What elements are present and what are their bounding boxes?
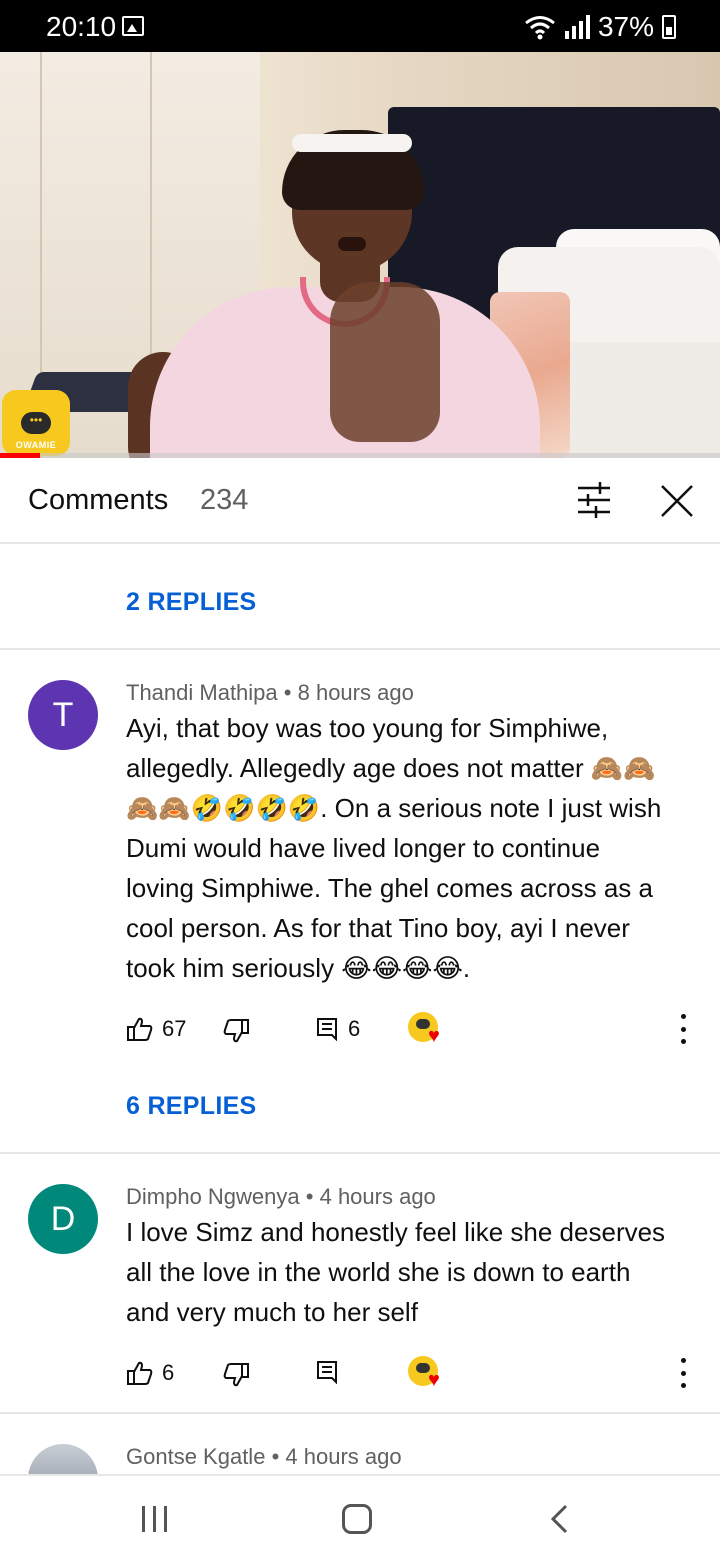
comment-list[interactable]: 2 REPLIES T Thandi Mathipa • 8 hours ago…	[0, 546, 720, 1474]
comment-actions: 6 ♥	[126, 1356, 696, 1396]
status-icons: 37%	[523, 11, 676, 43]
replies-link[interactable]: 2 REPLIES	[126, 588, 257, 617]
home-icon[interactable]	[342, 1504, 372, 1534]
comment-line: all the love in the world she is down to…	[126, 1257, 631, 1287]
divider	[0, 648, 720, 650]
like-count: 67	[162, 1016, 187, 1041]
sort-filter-icon[interactable]	[574, 482, 614, 518]
comment-line: loving Simphiwe. The ghel comes across a…	[126, 873, 653, 903]
comment-line: I love Simz and honestly feel like she d…	[126, 1217, 666, 1247]
comment-author[interactable]: Dimpho Ngwenya	[126, 1184, 300, 1209]
heart-icon: ♥	[428, 1025, 440, 1047]
heart-icon: ♥	[428, 1369, 440, 1391]
comment-author[interactable]: Gontse Kgatle	[126, 1444, 265, 1469]
status-time: 20:10	[46, 11, 117, 42]
comments-header: Comments 234	[0, 458, 720, 544]
meta-separator: •	[305, 1184, 320, 1209]
close-icon[interactable]	[656, 480, 698, 522]
divider	[0, 1412, 720, 1414]
like-count: 6	[162, 1360, 175, 1385]
comment-line: Dumi would have lived longer to continue	[126, 833, 601, 863]
comment-author[interactable]: Thandi Mathipa	[126, 680, 278, 705]
comment-meta: Thandi Mathipa • 8 hours ago	[126, 680, 414, 706]
recents-icon[interactable]	[142, 1506, 167, 1532]
reply-icon	[317, 1361, 337, 1384]
comment-time: 4 hours ago	[319, 1184, 436, 1209]
reply-icon	[317, 1018, 337, 1041]
reply-count: 6	[348, 1016, 361, 1041]
battery-charging-icon	[662, 15, 676, 39]
channel-logo: ••• OWAMIE	[2, 390, 70, 456]
comment-line: 🙈🙈🤣🤣🤣🤣. On a serious note I just wish	[126, 793, 662, 823]
meta-separator: •	[283, 680, 298, 705]
battery-percent: 37%	[597, 11, 654, 42]
comment-actions: 67 6 ♥	[126, 1012, 696, 1052]
thumbs-up-icon	[127, 1361, 153, 1385]
creator-heart: ♥	[408, 1012, 446, 1048]
back-icon[interactable]	[548, 1504, 570, 1534]
comment-line: Ayi, that boy was too young for Simphiwe…	[126, 713, 609, 743]
comment-time: 8 hours ago	[297, 680, 414, 705]
replies-link[interactable]: 6 REPLIES	[126, 1092, 257, 1121]
video-player[interactable]: ••• OWAMIE	[0, 52, 720, 458]
more-options-icon[interactable]	[678, 1014, 688, 1044]
chat-bubble-icon: •••	[21, 412, 51, 434]
avatar[interactable]: T	[28, 680, 98, 750]
more-options-icon[interactable]	[678, 1358, 688, 1388]
comment-time: 4 hours ago	[285, 1444, 402, 1469]
status-bar: 20:10 37%	[0, 0, 720, 52]
channel-logo-text: OWAMIE	[15, 440, 57, 450]
gallery-icon	[122, 16, 144, 36]
system-nav-bar	[0, 1474, 720, 1560]
comments-count: 234	[200, 484, 249, 516]
reply-button[interactable]: 6	[316, 1016, 360, 1042]
thumbs-up-icon	[127, 1017, 153, 1041]
comments-title: Comments	[28, 484, 169, 516]
comment-line: and very much to her self	[126, 1297, 418, 1327]
creator-heart: ♥	[408, 1356, 446, 1392]
wifi-icon	[525, 16, 555, 40]
divider	[0, 1152, 720, 1154]
avatar[interactable]: D	[28, 1184, 98, 1254]
avatar[interactable]	[28, 1444, 98, 1474]
comment-line: allegedly. Allegedly age does not matter…	[126, 753, 656, 783]
reply-button[interactable]	[316, 1360, 348, 1384]
comment-meta: Dimpho Ngwenya • 4 hours ago	[126, 1184, 436, 1210]
meta-separator: •	[271, 1444, 286, 1469]
like-button[interactable]: 67	[126, 1016, 186, 1042]
comment-line: took him seriously 😂😂😂😂.	[126, 953, 471, 983]
comment-text: I love Simz and honestly feel like she d…	[126, 1212, 692, 1332]
like-button[interactable]: 6	[126, 1360, 174, 1386]
comment-meta: Gontse Kgatle • 4 hours ago	[126, 1444, 402, 1470]
thumbs-down-icon[interactable]	[222, 1362, 250, 1388]
signal-icon	[564, 15, 590, 39]
comment-line: cool person. As for that Tino boy, ayi I…	[126, 913, 630, 943]
comment-text: Ayi, that boy was too young for Simphiwe…	[126, 708, 692, 988]
thumbs-down-icon[interactable]	[222, 1018, 250, 1044]
